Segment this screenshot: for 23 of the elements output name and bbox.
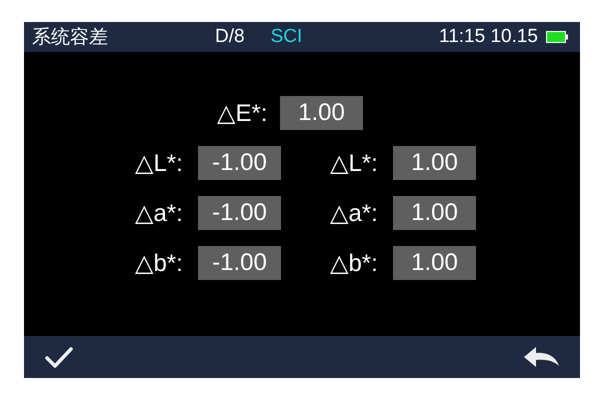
tolerance-label: △E*: xyxy=(217,98,268,128)
tolerance-label: △b*: xyxy=(135,248,184,278)
geometry-label: D/8 xyxy=(215,26,245,48)
tolerance-label: △L*: xyxy=(135,148,184,178)
battery-icon xyxy=(546,31,568,43)
checkmark-icon xyxy=(44,345,74,369)
tolerance-value-field[interactable]: 1.00 xyxy=(393,146,476,180)
clock-date: 11:15 10.15 xyxy=(439,26,538,48)
back-button[interactable] xyxy=(524,346,560,368)
tolerance-value-field[interactable]: 1.00 xyxy=(393,246,476,280)
back-arrow-icon xyxy=(524,346,560,368)
tolerance-label: △L*: xyxy=(330,148,379,178)
tolerance-label: △a*: xyxy=(135,198,184,228)
tolerance-value-field[interactable]: -1.00 xyxy=(198,146,281,180)
tolerance-label: △b*: xyxy=(330,248,379,278)
tolerance-value-field[interactable]: -1.00 xyxy=(198,196,281,230)
screen-title: 系统容差 xyxy=(32,26,108,50)
tolerance-value-field[interactable]: 1.00 xyxy=(280,96,363,130)
tolerance-value-field[interactable]: 1.00 xyxy=(393,196,476,230)
mode-label: SCI xyxy=(270,26,302,48)
confirm-button[interactable] xyxy=(44,345,74,369)
tolerance-label: △a*: xyxy=(330,198,379,228)
tolerance-value-field[interactable]: -1.00 xyxy=(198,246,281,280)
